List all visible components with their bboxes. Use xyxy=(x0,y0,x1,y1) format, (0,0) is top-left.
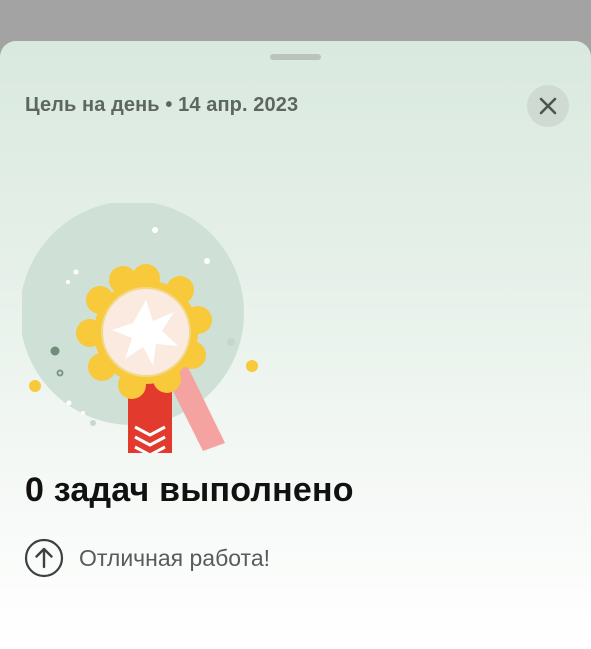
daily-goal-sheet: Цель на день • 14 апр. 2023 0 задач выпо… xyxy=(0,41,591,649)
award-medal-icon xyxy=(22,203,258,453)
separator-dot: • xyxy=(165,94,173,116)
sheet-grabber-handle[interactable] xyxy=(270,54,321,60)
close-icon xyxy=(539,97,557,115)
tasks-completed-headline: 0 задач выполнено xyxy=(25,471,354,509)
arrow-up-circle-icon xyxy=(24,538,64,578)
goal-label: Цель на день xyxy=(25,94,160,116)
close-button[interactable] xyxy=(527,85,569,127)
praise-text: Отличная работа! xyxy=(79,544,271,571)
praise-row: Отличная работа! xyxy=(24,538,270,578)
goal-date-subtitle: Цель на день • 14 апр. 2023 xyxy=(25,94,298,117)
goal-date: 14 апр. 2023 xyxy=(178,94,299,116)
